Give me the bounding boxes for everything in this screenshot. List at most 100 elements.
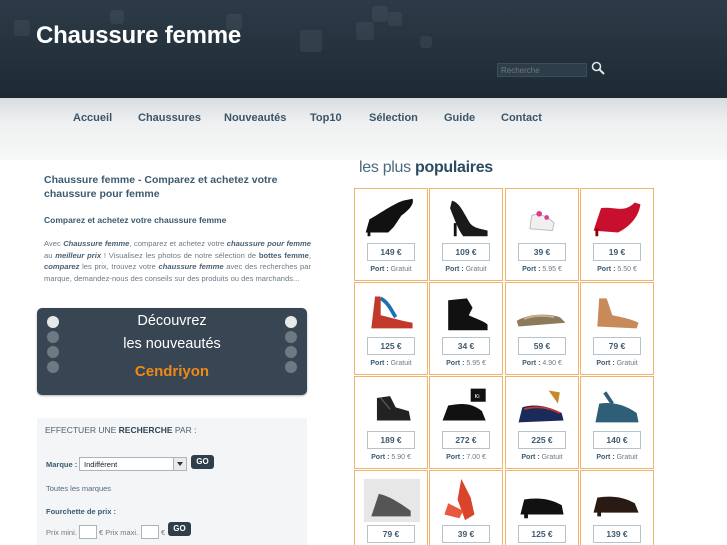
product-image[interactable] [360, 383, 422, 428]
product-shipping: Port : Gratuit [596, 454, 638, 461]
site-title[interactable]: Chaussure femme [36, 22, 241, 50]
intro-paragraph: Avec Chaussure femme, comparez et achete… [44, 239, 312, 283]
site-header: Chaussure femme [0, 0, 727, 98]
product-shipping: Port : 5.90 € [371, 454, 411, 461]
product-image[interactable] [511, 289, 573, 334]
product-price: 79 € [593, 337, 641, 355]
nav-item-selection[interactable]: Sélection [369, 112, 418, 124]
product-card[interactable]: 149 € Port : Gratuit [354, 188, 428, 281]
product-shipping: Port : 5.50 € [597, 266, 637, 273]
euro-label: € [161, 528, 166, 537]
product-price: 79 € [367, 525, 415, 543]
product-price: 272 € [442, 431, 490, 449]
product-card[interactable]: 79 € Port : Gratuit [580, 282, 654, 375]
product-shipping: Port : 4.90 € [522, 360, 562, 367]
product-card[interactable]: 59 € Port : 4.90 € [505, 282, 579, 375]
product-card[interactable]: 189 € Port : 5.90 € [354, 376, 428, 469]
product-image[interactable] [586, 477, 648, 522]
product-price: 125 € [518, 525, 566, 543]
product-image[interactable] [511, 477, 573, 522]
product-price: 109 € [442, 243, 490, 261]
intro-link[interactable]: Chaussure femme [63, 239, 129, 248]
marque-select-value: Indifférent [84, 460, 118, 469]
product-card[interactable]: 225 € Port : Gratuit [505, 376, 579, 469]
promo-line2: les nouveautés [123, 336, 221, 352]
intro-subtitle: Comparez et achetez votre chaussure femm… [44, 215, 227, 225]
search-input[interactable] [497, 63, 587, 77]
main-nav: Accueil Chaussures Nouveautés Top10 Séle… [0, 98, 727, 160]
product-price: 39 € [442, 525, 490, 543]
product-image[interactable] [586, 289, 648, 334]
product-image[interactable] [511, 195, 573, 240]
decorative-square [420, 36, 432, 48]
search-panel-title: EFFECTUER UNE RECHERCHE PAR : [45, 425, 197, 435]
product-card[interactable]: 139 € [580, 470, 654, 545]
product-price: 225 € [518, 431, 566, 449]
product-card[interactable]: 34 € Port : 5.95 € [429, 282, 503, 375]
decorative-square [372, 6, 388, 22]
product-card[interactable]: 125 € Port : Gratuit [354, 282, 428, 375]
brand-go-button[interactable]: GO [191, 455, 214, 469]
product-card[interactable]: 109 € Port : Gratuit [429, 188, 503, 281]
promo-banner[interactable]: Découvrez les nouveautés Cendriyon [37, 308, 307, 395]
product-card[interactable]: Ki 272 € Port : 7.00 € [429, 376, 503, 469]
product-image[interactable] [360, 289, 422, 334]
decorative-square [300, 30, 322, 52]
product-shipping: Port : Gratuit [445, 266, 487, 273]
product-card[interactable]: 39 € [429, 470, 503, 545]
product-shipping: Port : 7.00 € [446, 454, 486, 461]
product-image[interactable] [435, 195, 497, 240]
price-go-button[interactable]: GO [168, 522, 191, 536]
nav-item-accueil[interactable]: Accueil [73, 112, 112, 124]
nav-item-nouveautes[interactable]: Nouveautés [224, 112, 286, 124]
product-card[interactable]: 79 € [354, 470, 428, 545]
decorative-square [356, 22, 374, 40]
product-price: 34 € [442, 337, 490, 355]
intro-title: Chaussure femme - Comparez et achetez vo… [44, 174, 278, 200]
prix-maxi-input[interactable] [141, 525, 159, 539]
prix-mini-label: Prix mini. [46, 528, 77, 537]
product-price: 140 € [593, 431, 641, 449]
nav-item-contact[interactable]: Contact [501, 112, 542, 124]
product-shipping: Port : Gratuit [370, 266, 412, 273]
decorative-square [388, 12, 402, 26]
product-image[interactable] [586, 383, 648, 428]
product-price: 19 € [593, 243, 641, 261]
product-shipping: Port : Gratuit [521, 454, 563, 461]
product-image[interactable] [435, 477, 497, 522]
marque-select[interactable]: Indifférent [79, 457, 187, 471]
price-range-label: Fourchette de prix : [46, 507, 117, 516]
popular-title: les plus populaires [359, 159, 493, 176]
search-icon[interactable] [591, 61, 605, 75]
product-image[interactable]: Ki [435, 383, 497, 428]
product-card[interactable]: 19 € Port : 5.50 € [580, 188, 654, 281]
product-image[interactable] [435, 289, 497, 334]
decorative-square [14, 20, 30, 36]
product-card[interactable]: 140 € Port : Gratuit [580, 376, 654, 469]
promo-line1: Découvrez [137, 313, 207, 329]
product-image[interactable] [360, 195, 422, 240]
svg-text:Ki: Ki [474, 394, 480, 400]
product-image[interactable] [360, 477, 422, 522]
prix-mini-input[interactable] [79, 525, 97, 539]
nav-item-top10[interactable]: Top10 [310, 112, 342, 124]
nav-item-chaussures[interactable]: Chaussures [138, 112, 201, 124]
product-price: 139 € [593, 525, 641, 543]
product-shipping: Port : Gratuit [370, 360, 412, 367]
nav-item-guide[interactable]: Guide [444, 112, 475, 124]
promo-brand[interactable]: Cendriyon [37, 363, 307, 380]
product-image[interactable] [511, 383, 573, 428]
chevron-down-icon [173, 458, 186, 470]
product-shipping: Port : 5.95 € [446, 360, 486, 367]
product-card[interactable]: 39 € Port : 5.95 € [505, 188, 579, 281]
search-panel: EFFECTUER UNE RECHERCHE PAR : Marque : I… [37, 418, 307, 545]
product-card[interactable]: 125 € [505, 470, 579, 545]
product-price: 189 € [367, 431, 415, 449]
prix-maxi-label: € Prix maxi. [99, 528, 139, 537]
product-shipping: Port : 5.95 € [522, 266, 562, 273]
product-shipping: Port : Gratuit [596, 360, 638, 367]
all-brands-link[interactable]: Toutes les marques [46, 484, 111, 493]
product-price: 39 € [518, 243, 566, 261]
product-price: 59 € [518, 337, 566, 355]
product-image[interactable] [586, 195, 648, 240]
